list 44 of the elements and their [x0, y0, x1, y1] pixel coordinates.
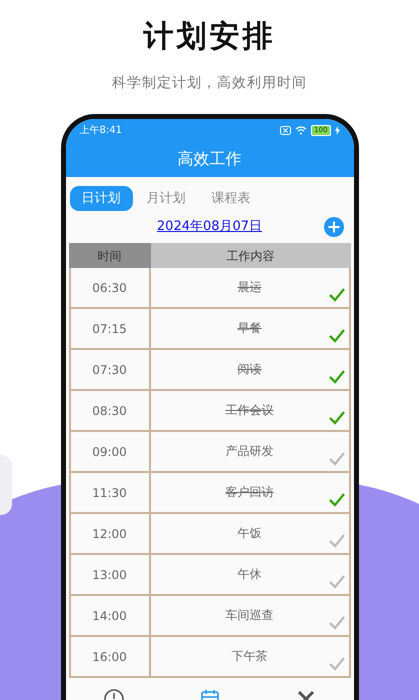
- add-icon[interactable]: [324, 217, 344, 237]
- check-icon[interactable]: [328, 411, 344, 425]
- check-icon[interactable]: [328, 616, 344, 630]
- status-time: 上午8:41: [80, 124, 122, 138]
- app-title: 高效工作: [176, 148, 242, 170]
- time-cell: 07:15: [70, 309, 150, 348]
- date-link[interactable]: 2024年08月07日: [156, 217, 262, 237]
- time-cell: 09:00: [70, 432, 150, 471]
- check-icon[interactable]: [328, 657, 344, 671]
- charging-icon: [334, 126, 340, 134]
- task-text: 下午茶: [232, 648, 268, 665]
- time-cell: 12:00: [70, 514, 150, 553]
- notification-icon: [280, 126, 292, 134]
- task-text: 阅读: [238, 361, 262, 378]
- time-cell: 14:00: [70, 596, 150, 635]
- task-text: 早餐: [238, 320, 262, 337]
- time-cell: 07:30: [70, 350, 150, 389]
- column-header: 时间: [68, 243, 150, 268]
- task-text: 晨运: [238, 279, 262, 296]
- check-icon[interactable]: [328, 493, 344, 507]
- task-text: 午饭: [238, 525, 262, 542]
- tab[interactable]: 月计划: [134, 186, 198, 211]
- check-icon[interactable]: [328, 575, 344, 589]
- wifi-icon: [295, 126, 308, 134]
- task-text: 车间巡查: [226, 607, 274, 624]
- subtitle: 科学制定计划，高效利用时间: [112, 74, 307, 93]
- tab[interactable]: 日计划: [70, 186, 132, 211]
- time-cell: 13:00: [70, 555, 150, 594]
- time-cell: 16:00: [70, 637, 150, 676]
- tab[interactable]: 课程表: [200, 186, 262, 211]
- column-header: 工作内容: [150, 243, 350, 268]
- check-icon[interactable]: [328, 288, 344, 302]
- task-text: 客户回访: [226, 484, 274, 501]
- time-cell: 06:30: [70, 268, 150, 307]
- check-icon[interactable]: [328, 329, 344, 343]
- time-cell: 11:30: [70, 473, 150, 512]
- time-cell: 08:30: [70, 391, 150, 430]
- task-text: 午休: [238, 566, 262, 583]
- check-icon[interactable]: [328, 452, 344, 466]
- task-text: 工作会议: [226, 402, 274, 419]
- headline: 计划安排: [144, 18, 276, 56]
- task-text: 产品研发: [226, 443, 274, 460]
- check-icon[interactable]: [328, 534, 344, 548]
- check-icon[interactable]: [328, 370, 344, 384]
